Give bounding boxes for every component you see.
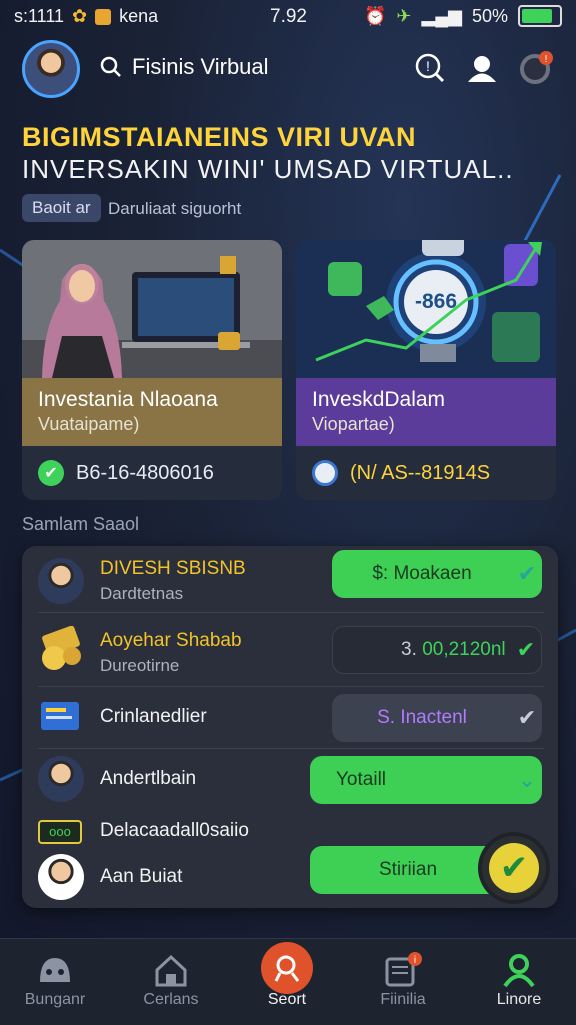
bottom-nav: Bunganr Cerlans Seort i Fiinilia Linore	[0, 938, 576, 1025]
notification-icon: !	[520, 51, 553, 84]
nav-item-2[interactable]: Cerlans	[116, 949, 226, 1009]
nav-label-5: Linore	[496, 991, 542, 1008]
battery-icon	[518, 5, 562, 27]
profile-icon	[503, 954, 535, 988]
card-1-title: Investania Nlaoana	[38, 388, 218, 411]
hero-title: BIGIMSTAIANEINS VIRI UVAN	[22, 122, 417, 152]
check-icon: ✔	[517, 705, 537, 730]
row-2-sub: Dureotirne	[100, 656, 180, 675]
card-1-subtitle: Vuataipame)	[38, 414, 140, 434]
advisor-illustration	[22, 240, 282, 378]
status-bar: s:1111 ✿ kena 7.92 ⏰ ✈ ▂▄▆ 50%	[0, 0, 576, 34]
card-icon	[41, 702, 79, 730]
row-2-amount-prefix: 3.	[401, 639, 417, 660]
row-5-badge: ooo	[38, 820, 82, 844]
transactions-panel: DIVESH SBISNB Dardtetnas $: Moakaen ✔ Aoy…	[22, 546, 558, 908]
gold-coins-icon	[42, 626, 81, 670]
search-bar[interactable]: Fisinis Virbual	[100, 54, 269, 80]
search-icon	[100, 56, 121, 77]
investment-card-1[interactable]: Investania Nlaoana Vuataipame) ✔ B6-16-4…	[22, 240, 282, 500]
search-person-icon	[274, 955, 300, 982]
battery-percent: 50%	[471, 5, 508, 26]
face-icon	[40, 958, 70, 982]
row-3-name: Crinlanedlier	[100, 706, 207, 727]
status-time: 7.92	[270, 6, 307, 27]
nav-item-1[interactable]: Bunganr	[0, 949, 110, 1009]
card-2-gauge-value: -866	[414, 290, 458, 313]
row-3-action-button[interactable]: S. Inactenl ✔	[332, 694, 542, 742]
nav-label-3: Seort	[267, 991, 307, 1008]
nav-item-4[interactable]: i Fiinilia	[348, 949, 458, 1009]
users-icon	[468, 56, 496, 82]
app-header: Fisinis Virbual ! !	[0, 38, 576, 100]
nav-item-3[interactable]: Seort	[232, 942, 342, 1009]
users-button[interactable]	[464, 50, 500, 86]
help-button[interactable]: !	[412, 50, 448, 86]
card-2-title: InveskdDalam	[312, 388, 446, 411]
chip-caption: Daruliaat siguorht	[108, 199, 242, 218]
report-icon: i	[385, 952, 422, 987]
svg-text:i: i	[414, 955, 416, 966]
row-4-action-label: Yotaill	[336, 769, 387, 790]
confirm-button[interactable]: ✔	[482, 836, 546, 900]
list-item[interactable]: ooo Delacaadall0saiio	[38, 818, 544, 846]
verified-check-icon: ✔	[38, 460, 64, 486]
status-left-text: s:1111	[14, 6, 65, 26]
hero-subtitle: INVERSAKIN WINI' UMSAD VIRTUAL..	[22, 154, 514, 184]
row-1-action-label: $: Moakaen	[372, 563, 472, 584]
investment-card-2[interactable]: -866 InveskdDalam Viopartae) (N/ AS--819…	[296, 240, 556, 500]
chevron-down-icon: ⌄	[517, 767, 537, 792]
svg-text:!: !	[426, 58, 430, 74]
flower-icon: ✿	[72, 6, 88, 26]
row-4-name: Andertlbain	[100, 768, 197, 789]
avatar	[38, 558, 84, 604]
info-search-icon: !	[415, 53, 445, 83]
row-3-action-label: S. Inactenl	[377, 707, 467, 728]
avatar	[38, 756, 84, 802]
alarm-icon: ⏰	[364, 5, 387, 26]
card-2-subtitle: Viopartae)	[312, 414, 395, 434]
svg-text:!: !	[545, 54, 548, 65]
card-1-footer: B6-16-4806016	[76, 461, 214, 484]
nav-label-2: Cerlans	[143, 991, 199, 1008]
app-icon	[95, 8, 112, 25]
row-1-sub: Dardtetnas	[100, 584, 184, 603]
notifications-button[interactable]: !	[518, 50, 554, 86]
row-4-action-button[interactable]: Yotaill ⌄	[310, 756, 542, 804]
row-2-name: Aoyehar Shabab	[100, 630, 242, 651]
row-6-name: Aan Buiat	[100, 866, 183, 887]
signal-icon: ▂▄▆	[421, 5, 462, 26]
row-2-action-label: 00,2120nl	[422, 639, 506, 660]
card-2-footer: (N/ AS--81914S	[350, 461, 491, 484]
home-icon	[155, 954, 187, 987]
section-title: Samlam Saaol	[22, 514, 140, 534]
search-label: Fisinis Virbual	[132, 54, 269, 79]
shield-icon	[312, 460, 338, 486]
wifi-icon: ✈	[396, 5, 412, 26]
row-2-action-button[interactable]: 3. 00,2120nl ✔	[332, 626, 542, 674]
row-6-action-button[interactable]: Stiriian	[310, 846, 506, 894]
filter-chip[interactable]: Baoit ar	[22, 194, 101, 222]
row-5-name: Delacaadall0saiio	[100, 820, 249, 841]
carrier-label: kena	[119, 6, 159, 26]
row-1-action-button[interactable]: $: Moakaen ✔	[332, 550, 542, 598]
check-icon: ✔	[489, 843, 539, 893]
check-icon: ✔	[516, 637, 536, 662]
profile-avatar[interactable]	[22, 40, 80, 98]
row-6-action-label: Stiriian	[378, 859, 438, 880]
nav-label-1: Bunganr	[24, 991, 86, 1008]
nav-item-5[interactable]: Linore	[464, 949, 574, 1009]
row-1-name: DIVESH SBISNB	[100, 558, 246, 579]
avatar	[38, 854, 84, 900]
nav-label-4: Fiinilia	[380, 991, 426, 1008]
check-icon: ✔	[517, 561, 537, 586]
